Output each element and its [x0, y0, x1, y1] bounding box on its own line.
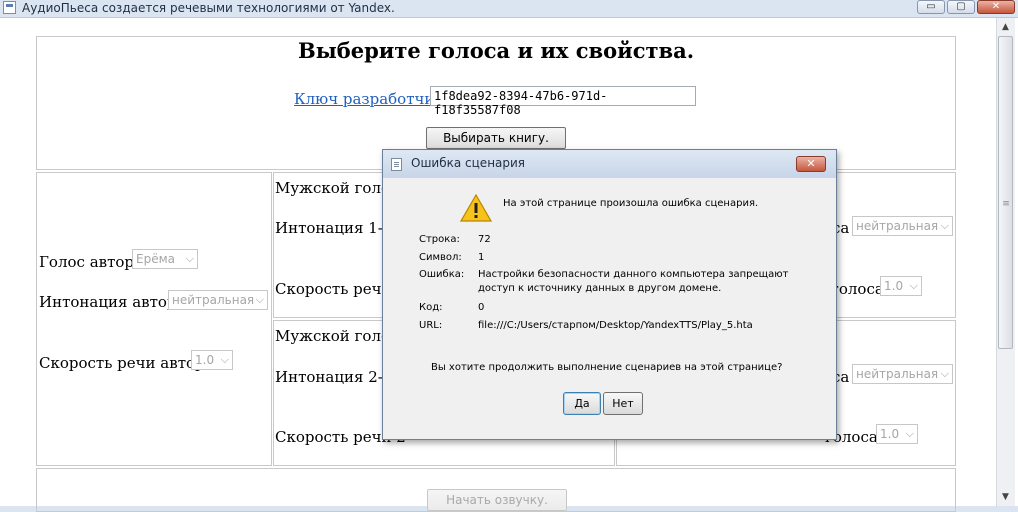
actor1-right-speed-label: голоса — [831, 280, 884, 298]
dialog-title: Ошибка сценария — [411, 156, 526, 170]
author-speed-label: Скорость речи автора — [39, 354, 214, 372]
start-voicing-button[interactable]: Начать озвучку. — [427, 489, 567, 511]
dialog-close-button[interactable]: ✕ — [796, 156, 826, 172]
author-voice-value: Ерёма — [136, 252, 175, 266]
dev-key-link[interactable]: Ключ разработчика — [294, 90, 453, 108]
window-title: АудиоПьеса создается речевыми технология… — [22, 1, 395, 15]
script-error-dialog: Ошибка сценария ✕ На этой странице произ… — [382, 149, 837, 440]
no-button[interactable]: Нет — [603, 392, 643, 415]
chevron-down-icon: ⌵ — [940, 219, 949, 232]
yes-button[interactable]: Да — [563, 392, 601, 415]
actor2-intonation-value: нейтральная — [856, 367, 939, 381]
author-speed-select[interactable]: 1.0 ⌵ — [191, 350, 233, 370]
chevron-down-icon: ⌵ — [905, 427, 914, 440]
author-voice-select[interactable]: Ерёма ⌵ — [132, 249, 198, 269]
actor2-speed-value: 1.0 — [880, 427, 900, 441]
chevron-down-icon: ⌵ — [940, 367, 949, 380]
actor1-speed-value: 1.0 — [884, 279, 904, 293]
maximize-button[interactable]: ▢ — [947, 0, 975, 14]
actor1-intonation-select[interactable]: нейтральная ⌵ — [852, 216, 953, 236]
url-label: URL: — [419, 320, 443, 331]
vertical-scrollbar[interactable]: ▲ ≡ ▼ — [996, 18, 1015, 506]
dialog-message: На этой странице произошла ошибка сценар… — [503, 198, 759, 209]
author-intonation-value: нейтральная — [172, 293, 255, 307]
author-voice-label: Голос автора — [39, 253, 143, 271]
actor1-intonation-value: нейтральная — [856, 219, 939, 233]
chevron-down-icon: ⌵ — [255, 293, 264, 306]
scroll-thumb[interactable]: ≡ — [998, 36, 1013, 349]
dialog-titlebar[interactable]: Ошибка сценария ✕ — [383, 150, 836, 178]
actor2-speed-select[interactable]: 1.0 ⌵ — [876, 424, 918, 444]
minimize-button[interactable]: ▭ — [917, 0, 945, 14]
choose-book-button[interactable]: Выбирать книгу. — [426, 127, 566, 149]
actor2-intonation-select[interactable]: нейтральная ⌵ — [852, 364, 953, 384]
url-value: file:///C:/Users/старпом/Desktop/YandexT… — [478, 320, 753, 331]
page-title: Выберите голоса и их свойства. — [297, 38, 695, 63]
author-cell — [36, 172, 272, 466]
actor1-male-voice-label: Мужской голос — [275, 179, 399, 197]
continue-question: Вы хотите продолжить выполнение сценарие… — [431, 362, 783, 373]
char-label: Символ: — [419, 252, 462, 263]
author-intonation-label: Интонация автора — [39, 293, 186, 311]
close-button[interactable]: ✕ — [977, 0, 1015, 14]
actor2-male-voice-label: Мужской голос — [275, 327, 399, 345]
scroll-up-icon[interactable]: ▲ — [999, 20, 1012, 34]
app-icon — [3, 1, 16, 14]
error-text-line2: доступ к источнику данных в другом домен… — [478, 283, 722, 294]
actor1-speed-select[interactable]: 1.0 ⌵ — [880, 276, 922, 296]
author-speed-value: 1.0 — [195, 353, 215, 367]
scroll-grip-icon: ≡ — [1002, 199, 1010, 209]
line-label: Строка: — [419, 234, 460, 245]
window-titlebar[interactable]: АудиоПьеса создается речевыми технология… — [0, 0, 1018, 18]
code-label: Код: — [419, 302, 443, 313]
code-value: 0 — [478, 302, 485, 313]
scroll-down-icon[interactable]: ▼ — [999, 490, 1012, 504]
dev-key-input[interactable]: 1f8dea92-8394-47b6-971d-f18f35587f08 — [430, 86, 696, 117]
chevron-down-icon: ⌵ — [909, 279, 918, 292]
warning-icon — [460, 194, 492, 222]
chevron-down-icon: ⌵ — [185, 252, 194, 265]
line-value: 72 — [478, 234, 491, 245]
char-value: 1 — [478, 252, 485, 263]
author-intonation-select[interactable]: нейтральная ⌵ — [168, 290, 268, 310]
error-label: Ошибка: — [419, 269, 465, 280]
error-text-line1: Настройки безопасности данного компьютер… — [478, 269, 789, 280]
document-icon — [391, 158, 402, 171]
chevron-down-icon: ⌵ — [220, 353, 229, 366]
